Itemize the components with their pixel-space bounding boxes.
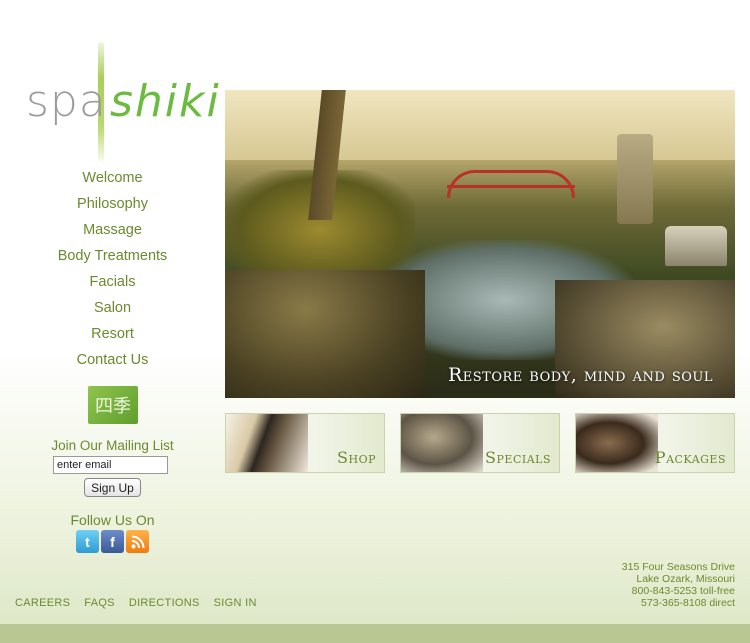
rss-icon[interactable] [126,530,149,553]
follow-us-label: Follow Us On [70,512,155,528]
nav-massage[interactable]: Massage [30,220,195,246]
specials-label: Specials [485,448,551,467]
facebook-icon[interactable]: f [101,530,124,553]
specials-tile[interactable]: Specials [400,413,560,473]
footer-careers-link[interactable]: CAREERS [15,597,70,609]
shop-image [226,414,308,472]
email-input[interactable] [53,456,168,474]
shop-label: Shop [337,448,376,467]
nav-body-treatments[interactable]: Body Treatments [30,246,195,272]
nav-welcome[interactable]: Welcome [30,168,195,194]
nav-resort[interactable]: Resort [30,324,195,350]
packages-image [576,414,658,472]
stone-lantern-small [665,226,727,266]
spa-shiki-logo[interactable]: spa shiki [24,42,219,164]
hero-banner: Restore body, mind and soul [225,90,735,398]
specials-image [401,414,483,472]
bottom-band [0,624,750,643]
logo-shiki-text: shiki [110,76,221,127]
stone-lantern [617,134,653,224]
address-street: 315 Four Seasons Drive [621,561,735,573]
packages-tile[interactable]: Packages [575,413,735,473]
sign-up-button[interactable]: Sign Up [84,478,141,497]
address-city: Lake Ozark, Missouri [636,573,735,585]
red-bridge [447,170,575,198]
social-links: t f [76,530,149,553]
hero-caption: Restore body, mind and soul [447,364,713,386]
footer-faqs-link[interactable]: FAQS [84,597,115,609]
nav-facials[interactable]: Facials [30,272,195,298]
footer-sign-in-link[interactable]: SIGN IN [214,597,257,609]
mailing-list-label: Join Our Mailing List [51,438,174,453]
logo-spa-text: spa [26,76,107,127]
address-block: 315 Four Seasons Drive Lake Ozark, Misso… [622,561,735,609]
four-seasons-seal-icon: 四季 [88,386,138,424]
packages-label: Packages [654,448,726,467]
shop-tile[interactable]: Shop [225,413,385,473]
nav-contact-us[interactable]: Contact Us [30,350,195,376]
main-nav: Welcome Philosophy Massage Body Treatmen… [30,168,195,376]
phone-direct: 573-365-8108 direct [641,597,735,609]
phone-toll-free: 800-843-5253 toll-free [631,585,735,597]
nav-philosophy[interactable]: Philosophy [30,194,195,220]
nav-salon[interactable]: Salon [30,298,195,324]
footer-links: CAREERS FAQS DIRECTIONS SIGN IN [15,597,257,609]
twitter-icon[interactable]: t [76,530,99,553]
footer-directions-link[interactable]: DIRECTIONS [129,597,200,609]
